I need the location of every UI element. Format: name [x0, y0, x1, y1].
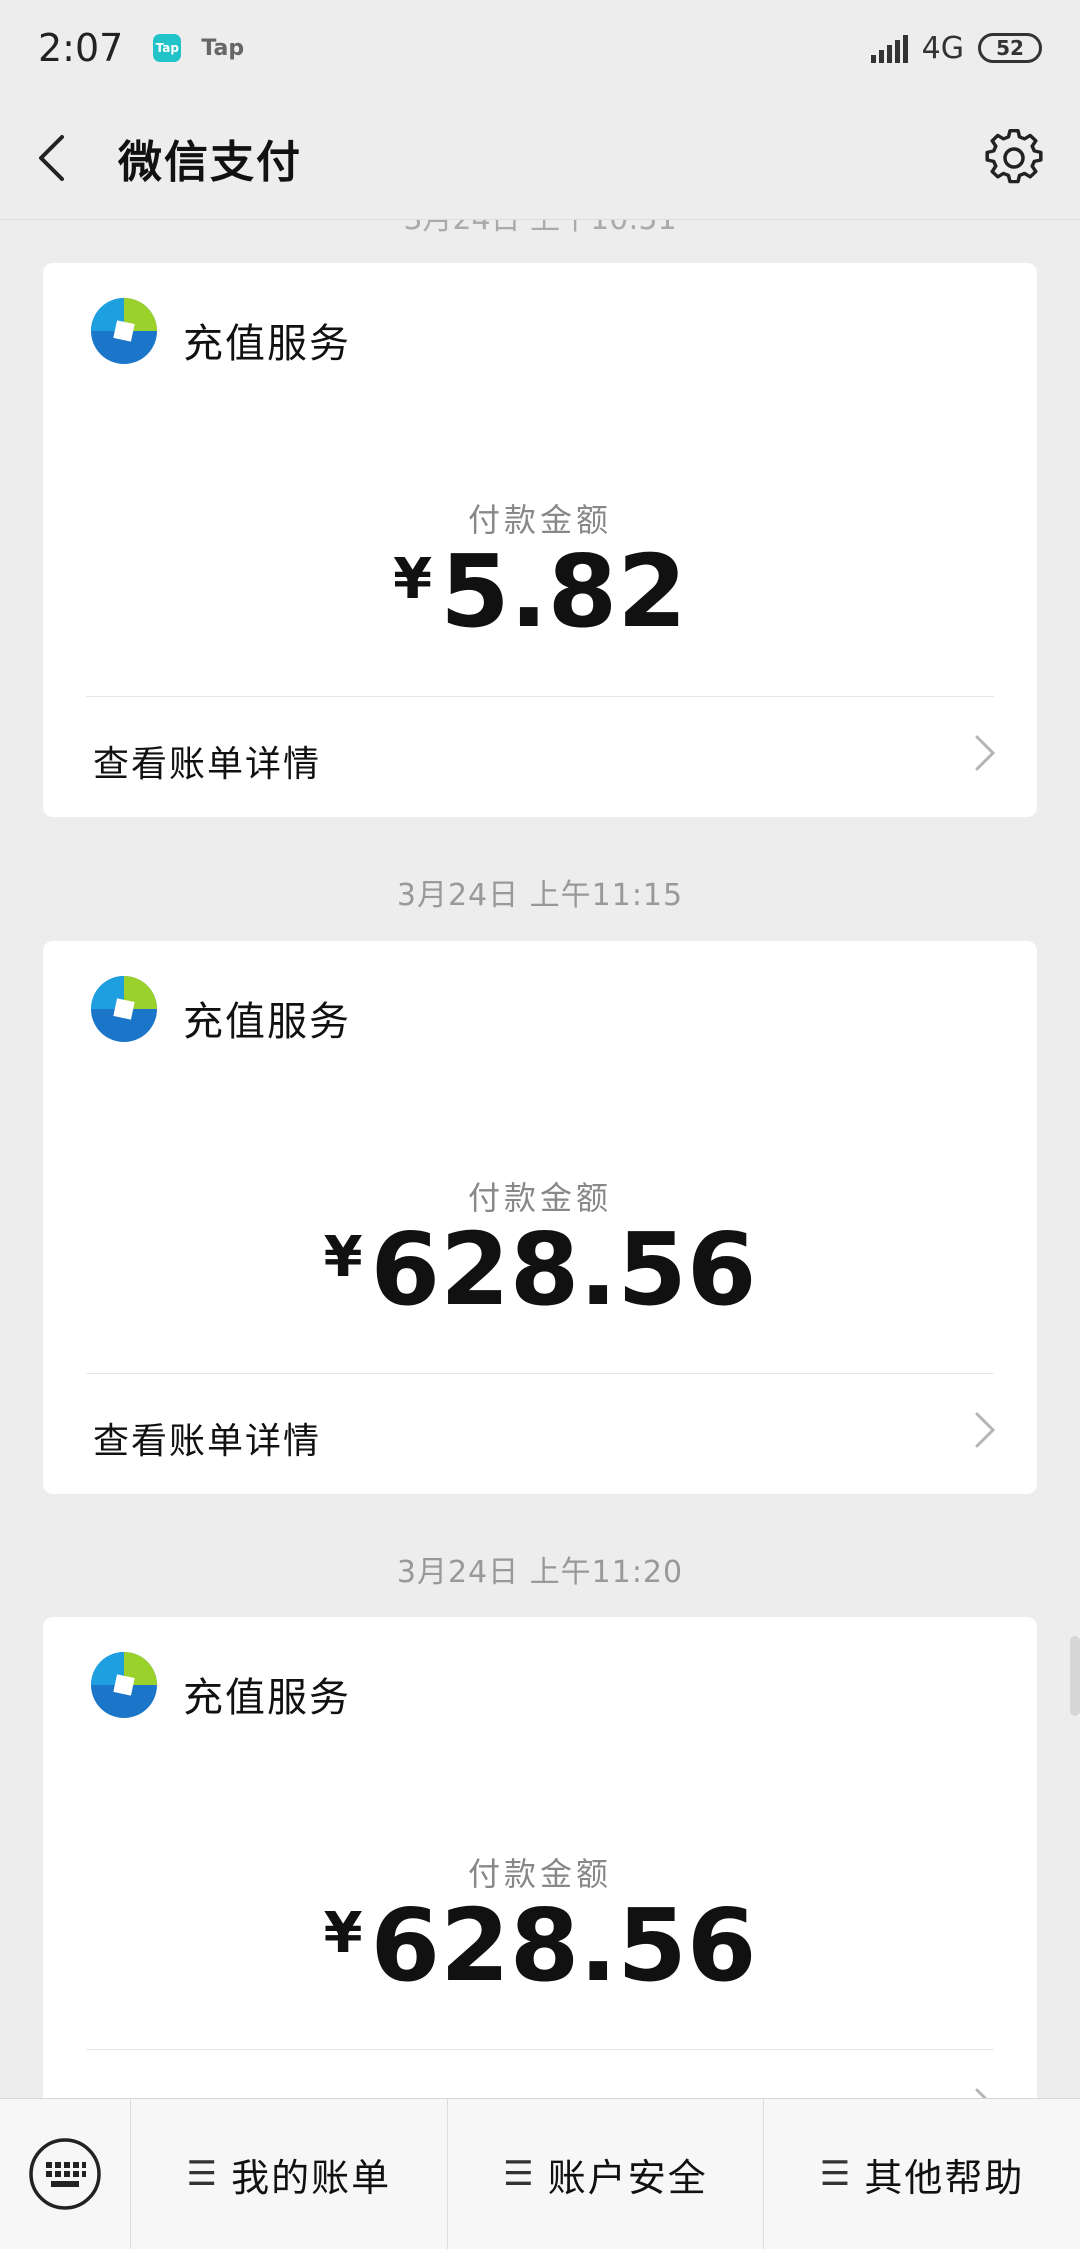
amount-value: 5.82	[440, 533, 687, 650]
nav-bar: 微信支付	[0, 96, 1080, 220]
menu-list-icon: ☰	[819, 2154, 853, 2194]
view-bill-details-link[interactable]: 查看账单详情	[43, 1374, 1037, 1490]
timestamp: 3月24日 上午11:20	[396, 1555, 684, 1590]
payment-amount: ¥628.56	[43, 1211, 1037, 1328]
scrollbar-thumb[interactable]	[1070, 1636, 1080, 1716]
view-bill-details-link[interactable]: 查看账单详情	[43, 2050, 1037, 2098]
page-title: 微信支付	[118, 136, 302, 188]
back-arrow-icon	[39, 134, 64, 181]
card-header: 充值服务	[89, 971, 351, 1047]
view-bill-details-link[interactable]: 查看账单详情	[43, 697, 1037, 813]
menu-list-icon: ☰	[186, 2154, 220, 2194]
payment-card: 充值服务 付款金额 ¥628.56 查看账单详情	[43, 941, 1037, 1494]
amount-value: 628.56	[370, 1887, 757, 2004]
menu-item-label: 我的账单	[231, 2155, 392, 2200]
amount-value: 628.56	[370, 1211, 757, 1328]
status-time: 2:07	[38, 26, 124, 70]
status-bar: 2:07 Tap Tap 4G 52	[0, 0, 1080, 96]
tap-app-label: Tap	[201, 35, 245, 61]
recharge-service-logo-icon	[91, 1652, 157, 1718]
message-list[interactable]: 3月24日 上午10:51 充值服务 付款金额 ¥5.82 查看账单详情 3月2…	[0, 220, 1080, 2098]
timestamp: 3月24日 上午10:51	[0, 220, 1080, 238]
card-header: 充值服务	[89, 1647, 351, 1723]
menu-other-help[interactable]: ☰ 其他帮助	[763, 2099, 1080, 2249]
network-type: 4G	[921, 30, 964, 66]
menu-item-label: 账户安全	[547, 2155, 708, 2200]
keyboard-icon	[29, 2138, 101, 2210]
service-name: 充值服务	[183, 321, 351, 367]
battery-icon: 52	[978, 33, 1042, 63]
currency-symbol: ¥	[323, 1225, 363, 1290]
recharge-service-logo-icon	[91, 976, 157, 1042]
bottom-menu: ☰ 我的账单 ☰ 账户安全 ☰ 其他帮助	[0, 2098, 1080, 2249]
service-name: 充值服务	[183, 999, 351, 1045]
back-button[interactable]	[36, 128, 76, 188]
currency-symbol: ¥	[393, 547, 433, 612]
payment-amount: ¥5.82	[43, 533, 1037, 650]
card-header: 充值服务	[89, 293, 351, 369]
chevron-right-icon	[975, 735, 996, 771]
chevron-right-icon	[975, 1412, 996, 1448]
service-name: 充值服务	[183, 1675, 351, 1721]
menu-account-security[interactable]: ☰ 账户安全	[446, 2099, 764, 2249]
view-bill-details-label: 查看账单详情	[93, 1421, 322, 1462]
gear-icon	[985, 128, 1043, 183]
payment-card: 充值服务 付款金额 ¥628.56 查看账单详情	[43, 1617, 1037, 2098]
menu-item-label: 其他帮助	[864, 2155, 1025, 2200]
payment-card: 充值服务 付款金额 ¥5.82 查看账单详情	[43, 263, 1037, 817]
signal-icon	[870, 33, 908, 63]
timestamp: 3月24日 上午11:15	[396, 878, 684, 913]
menu-list-icon: ☰	[503, 2154, 536, 2194]
chevron-right-icon	[975, 2088, 988, 2098]
payment-amount: ¥628.56	[43, 1887, 1037, 2004]
view-bill-details-label: 查看账单详情	[93, 744, 322, 785]
recharge-service-logo-icon	[91, 298, 157, 364]
view-bill-details-label: 查看账单详情	[93, 2088, 321, 2098]
status-indicators: 4G 52	[870, 30, 1042, 66]
keyboard-toggle-button[interactable]	[0, 2099, 130, 2249]
settings-button[interactable]	[984, 128, 1044, 188]
currency-symbol: ¥	[323, 1901, 363, 1966]
tap-app-icon: Tap	[153, 34, 182, 62]
menu-my-bills[interactable]: ☰ 我的账单	[130, 2099, 447, 2249]
